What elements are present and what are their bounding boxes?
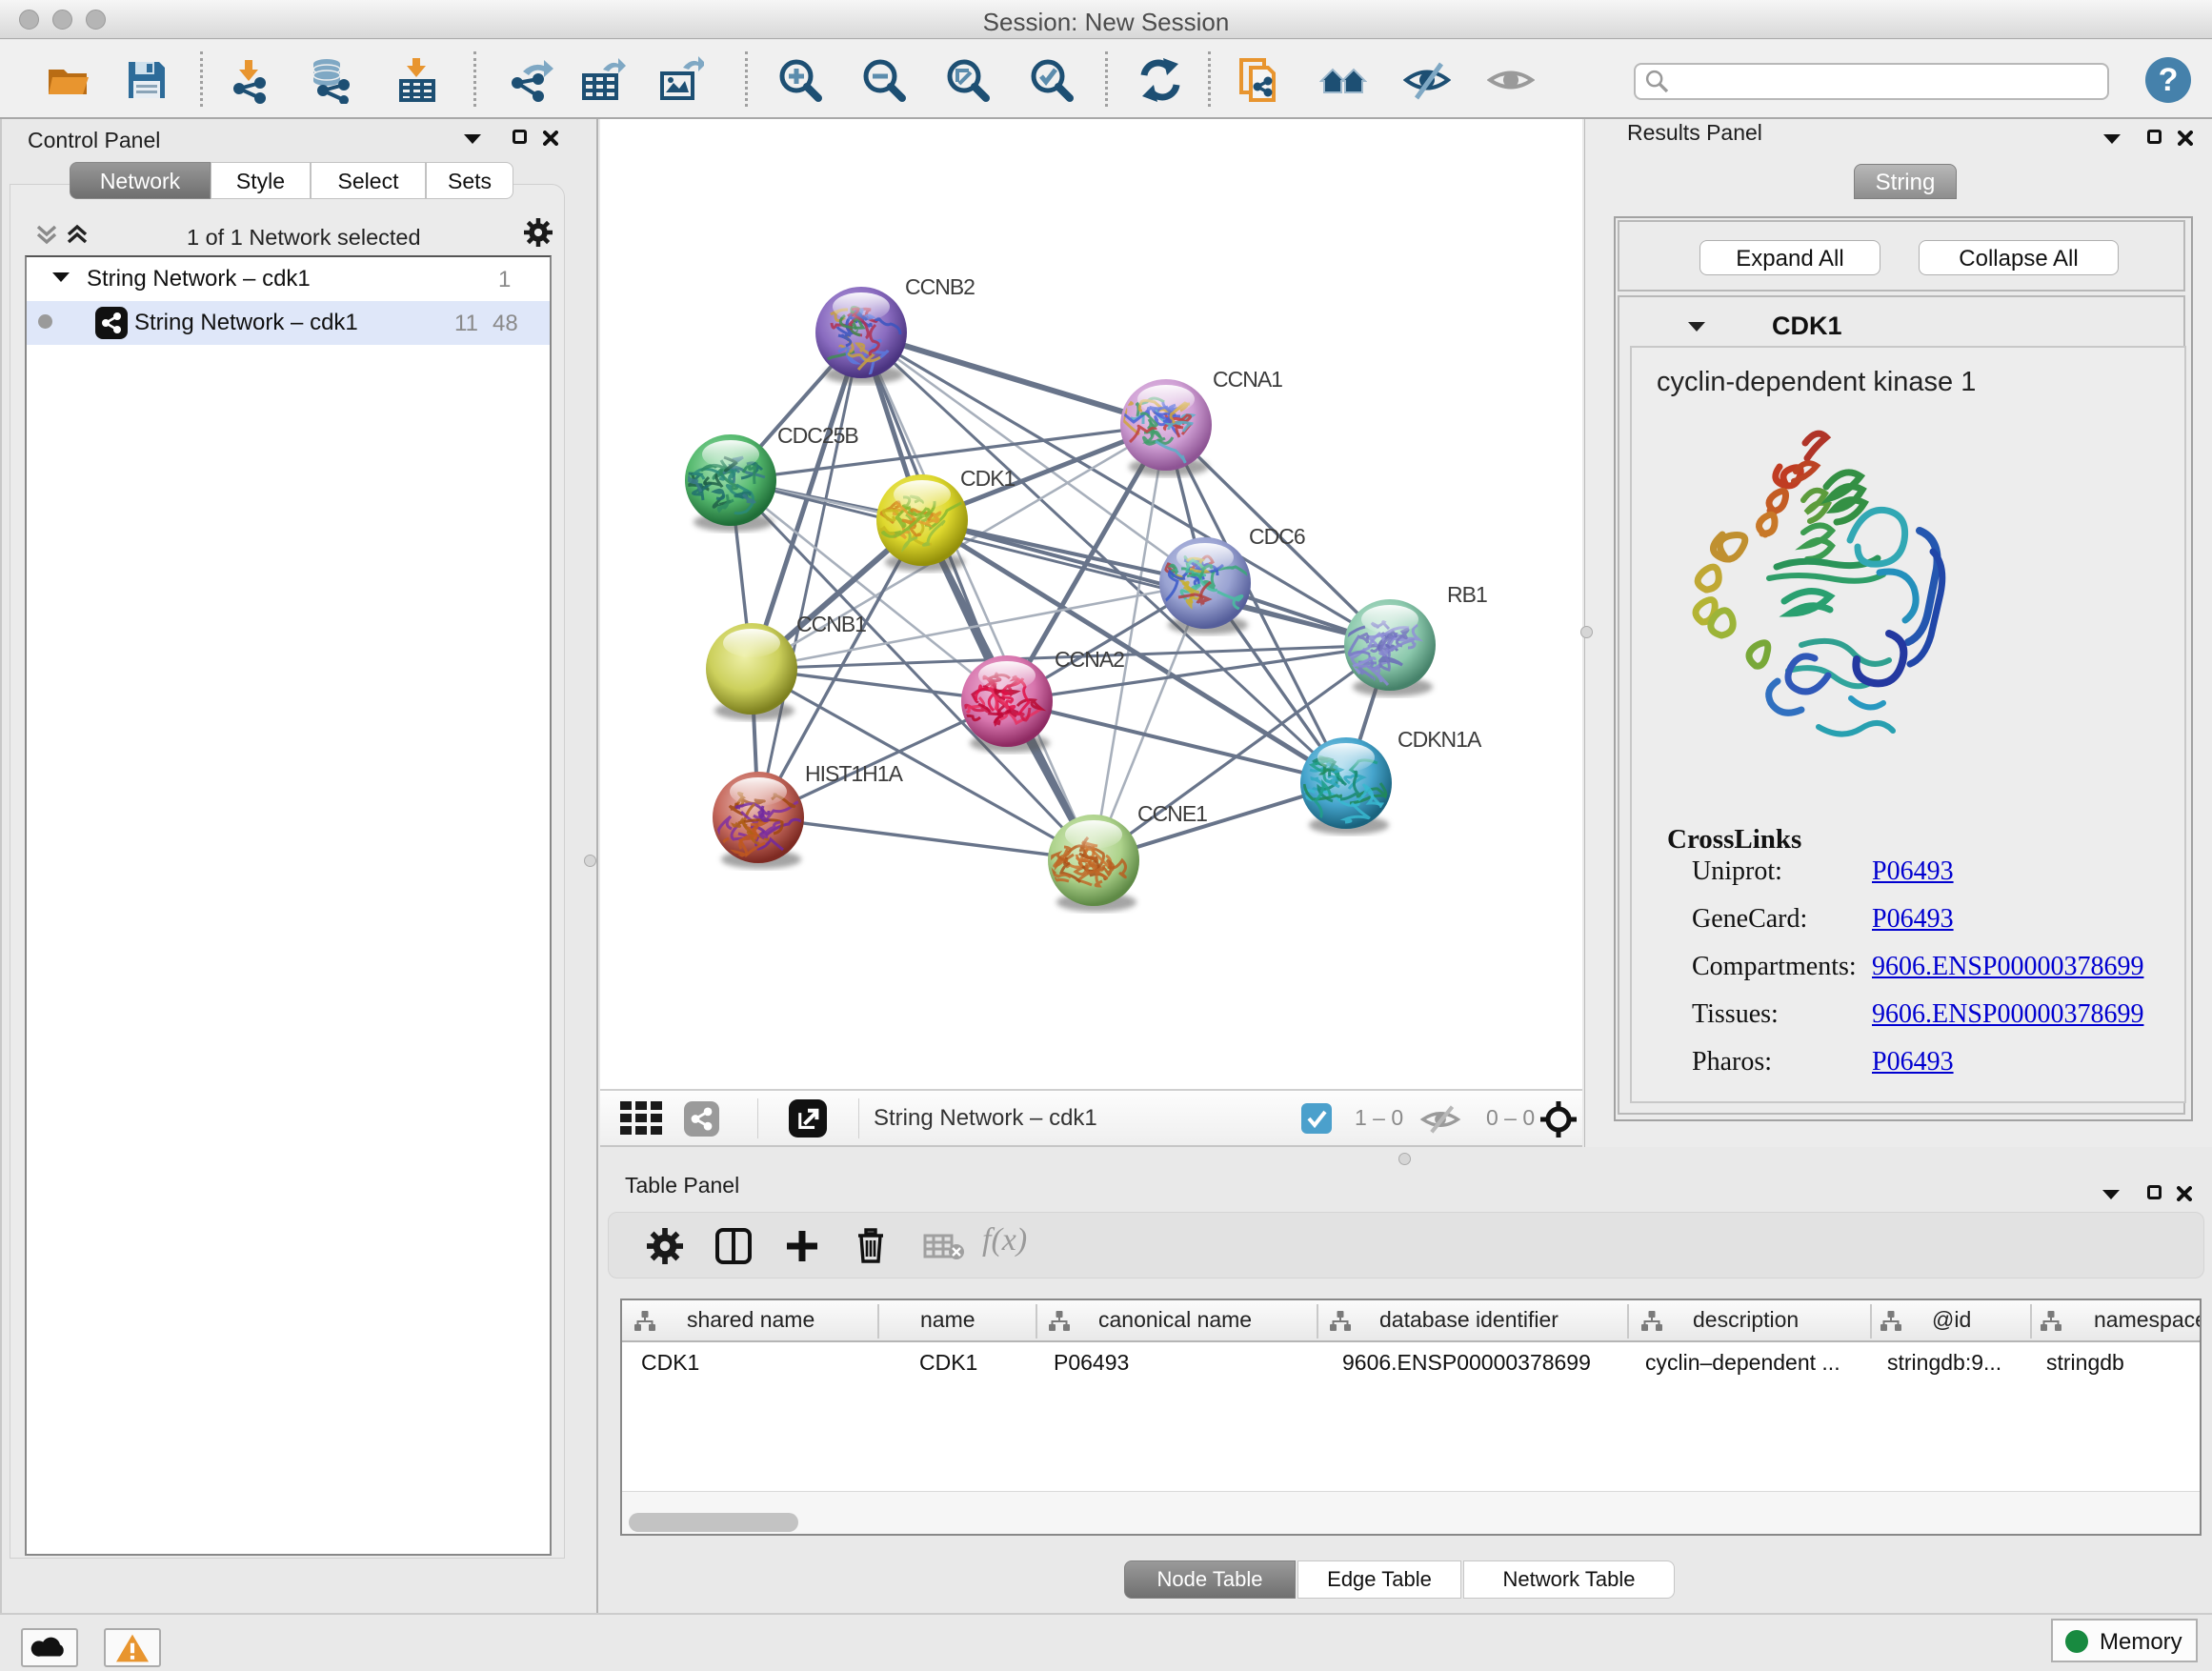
svg-text:CDK1: CDK1 — [960, 466, 1016, 491]
svg-text:CDC6: CDC6 — [1249, 524, 1305, 549]
svg-text:CCNA1: CCNA1 — [1213, 367, 1282, 392]
svg-text:CCNB1: CCNB1 — [796, 612, 866, 636]
svg-text:CCNA2: CCNA2 — [1055, 647, 1124, 672]
svg-text:HIST1H1A: HIST1H1A — [805, 761, 904, 786]
svg-text:CCNB2: CCNB2 — [905, 274, 975, 299]
svg-text:CDC25B: CDC25B — [777, 423, 858, 448]
svg-text:CCNE1: CCNE1 — [1137, 801, 1207, 826]
svg-text:RB1: RB1 — [1447, 582, 1487, 607]
svg-text:CDKN1A: CDKN1A — [1398, 727, 1482, 752]
